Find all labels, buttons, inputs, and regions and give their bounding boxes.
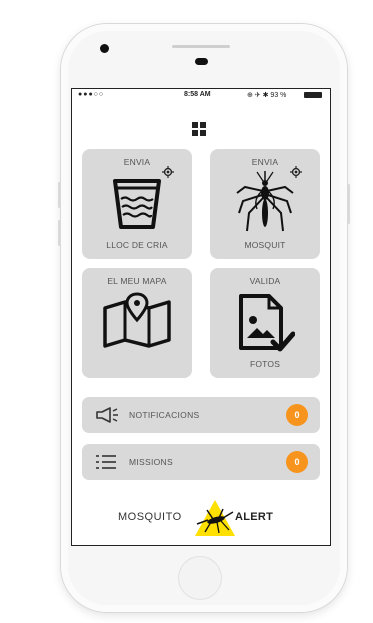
home-button[interactable] (178, 556, 222, 600)
tile-bottom-label: FOTOS (249, 359, 281, 369)
missions-count-badge: 0 (286, 451, 308, 473)
tile-top-label: ENVIA (251, 157, 279, 167)
notifications-count-badge: 0 (286, 404, 308, 426)
notifications-button[interactable]: NOTIFICACIONS 0 (82, 397, 320, 433)
logo-text-alert: ALERT (235, 511, 274, 523)
volume-down-button (58, 220, 61, 246)
status-icons: ⊕ ✈ ✱ 93 % (247, 92, 287, 99)
signal-indicator: ●●●○○ (78, 91, 105, 98)
tile-my-map[interactable]: EL MEU MAPA (82, 268, 192, 378)
front-camera (100, 44, 109, 53)
grid-menu-icon[interactable] (192, 122, 206, 136)
logo-text-mosquito: MOSQUITO (118, 511, 182, 523)
tile-top-label: EL MEU MAPA (107, 276, 167, 286)
mosquito-icon (236, 171, 294, 232)
notifications-label: NOTIFICACIONS (129, 410, 200, 420)
tile-send-mosquito[interactable]: ENVIA MOSQUIT (210, 149, 320, 259)
megaphone-icon (96, 407, 118, 423)
tile-top-label: ENVIA (123, 157, 151, 167)
earpiece-speaker (172, 45, 230, 48)
tile-send-breeding-site[interactable]: ENVIA LLOC DE CRIA (82, 149, 192, 259)
bucket-icon (113, 179, 161, 229)
map-pin-icon (103, 292, 171, 348)
tile-validate-photos[interactable]: VALIDA FOTOS (210, 268, 320, 378)
tile-bottom-label: MOSQUIT (244, 240, 286, 250)
volume-up-button (58, 182, 61, 208)
status-time: 8:58 AM (184, 91, 211, 98)
power-button (347, 184, 350, 224)
missions-button[interactable]: MISSIONS 0 (82, 444, 320, 480)
tile-bottom-label: LLOC DE CRIA (106, 240, 168, 250)
photo-check-icon (239, 294, 295, 352)
tile-top-label: VALIDA (249, 276, 281, 286)
battery-icon (304, 92, 322, 98)
mosquito-alert-logo: MOSQUITO ALERT (72, 497, 330, 537)
missions-label: MISSIONS (129, 457, 173, 467)
checklist-icon (96, 455, 116, 469)
proximity-sensor (195, 58, 208, 65)
location-target-icon (162, 166, 174, 178)
status-bar: ●●●○○ 8:58 AM ⊕ ✈ ✱ 93 % (72, 89, 330, 101)
app-screen: ●●●○○ 8:58 AM ⊕ ✈ ✱ 93 % ENVIA LLOC DE C… (71, 88, 331, 546)
warning-mosquito-icon (195, 500, 235, 536)
